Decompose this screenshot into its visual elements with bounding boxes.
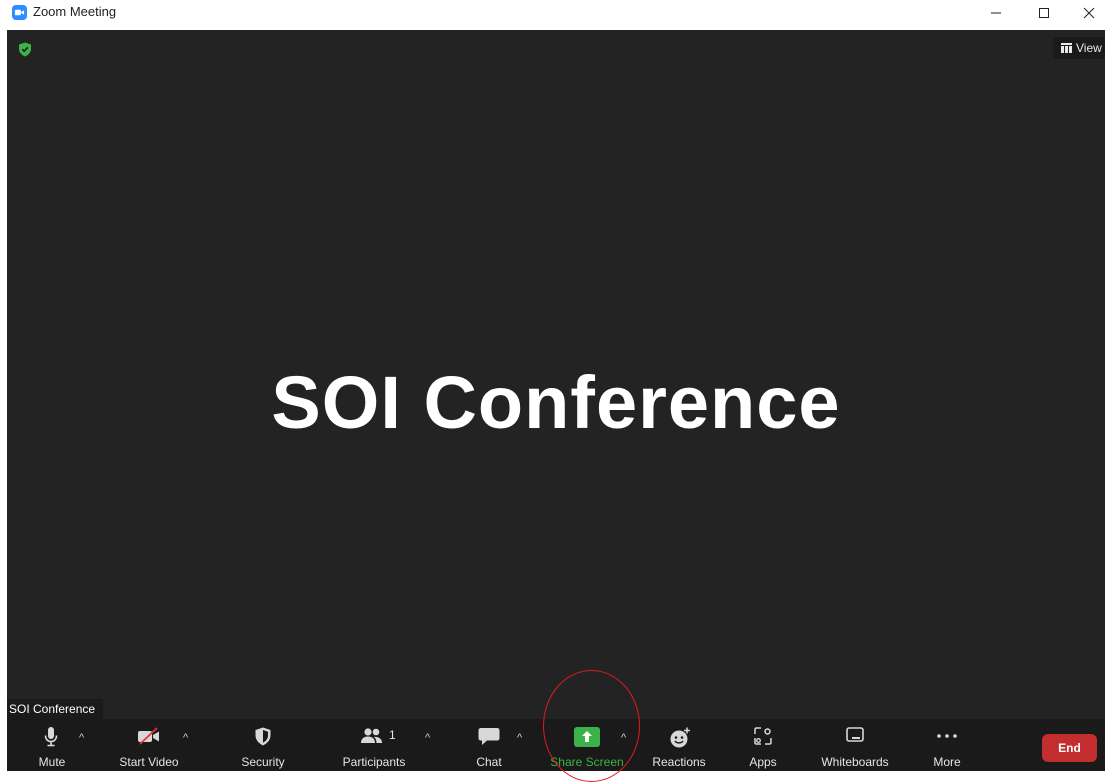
- participants-label: Participants: [342, 755, 406, 769]
- reactions-button[interactable]: Reactions: [647, 719, 711, 771]
- security-shield-icon: [255, 727, 271, 746]
- participants-options-caret[interactable]: ^: [425, 732, 430, 744]
- apps-button[interactable]: Apps: [745, 719, 781, 771]
- participants-button[interactable]: 1 Participants: [335, 719, 413, 771]
- participants-count: 1: [389, 728, 396, 742]
- security-label: Security: [241, 755, 285, 769]
- more-label: More: [933, 755, 961, 769]
- zoom-app-icon: [12, 5, 27, 20]
- start-video-button[interactable]: Start Video: [109, 719, 189, 771]
- chat-label: Chat: [476, 755, 502, 769]
- chat-button[interactable]: Chat: [469, 719, 509, 771]
- more-ellipsis-icon: [937, 734, 957, 738]
- chat-options-caret[interactable]: ^: [517, 732, 522, 744]
- participant-name-tag: SOI Conference: [7, 699, 104, 719]
- view-button[interactable]: View: [1053, 37, 1105, 59]
- video-options-caret[interactable]: ^: [183, 732, 188, 744]
- video-off-icon: [138, 727, 159, 745]
- minimize-button[interactable]: [973, 0, 1019, 26]
- window-title: Zoom Meeting: [33, 4, 117, 19]
- share-options-caret[interactable]: ^: [621, 732, 626, 744]
- apps-icon: [754, 727, 772, 745]
- security-button[interactable]: Security: [235, 719, 291, 771]
- maximize-button[interactable]: [1021, 0, 1067, 26]
- close-icon: [1083, 7, 1095, 19]
- whiteboards-button[interactable]: Whiteboards: [815, 719, 895, 771]
- share-screen-button[interactable]: Share Screen: [547, 719, 627, 771]
- end-meeting-button[interactable]: End: [1042, 734, 1097, 762]
- view-button-label: View: [1076, 41, 1102, 55]
- chat-bubble-icon: [478, 728, 500, 745]
- whiteboard-icon: [846, 727, 864, 742]
- reactions-emoji-icon: [670, 727, 690, 748]
- start-video-label: Start Video: [119, 755, 179, 769]
- reactions-label: Reactions: [652, 755, 706, 769]
- audio-options-caret[interactable]: ^: [79, 732, 84, 744]
- share-screen-label: Share Screen: [550, 755, 624, 769]
- whiteboards-label: Whiteboards: [821, 755, 889, 769]
- share-screen-icon: [574, 727, 600, 747]
- maximize-icon: [1039, 8, 1049, 18]
- mute-label: Mute: [38, 755, 66, 769]
- participants-icon: [361, 728, 382, 743]
- meeting-toolbar: Mute ^ Start Video ^ Security 1 Particip…: [7, 719, 1105, 771]
- shared-content-title: SOI Conference: [271, 361, 841, 444]
- grid-view-icon: [1061, 43, 1072, 53]
- minimize-icon: [991, 12, 1001, 14]
- meeting-stage: View SOI Conference SOI Conference: [7, 30, 1105, 719]
- more-button[interactable]: More: [927, 719, 967, 771]
- close-button[interactable]: [1066, 0, 1105, 26]
- mute-button[interactable]: Mute: [27, 719, 77, 771]
- microphone-icon: [44, 727, 58, 747]
- encryption-shield-icon[interactable]: [18, 42, 32, 57]
- title-bar: Zoom Meeting: [0, 0, 1105, 26]
- apps-label: Apps: [749, 755, 777, 769]
